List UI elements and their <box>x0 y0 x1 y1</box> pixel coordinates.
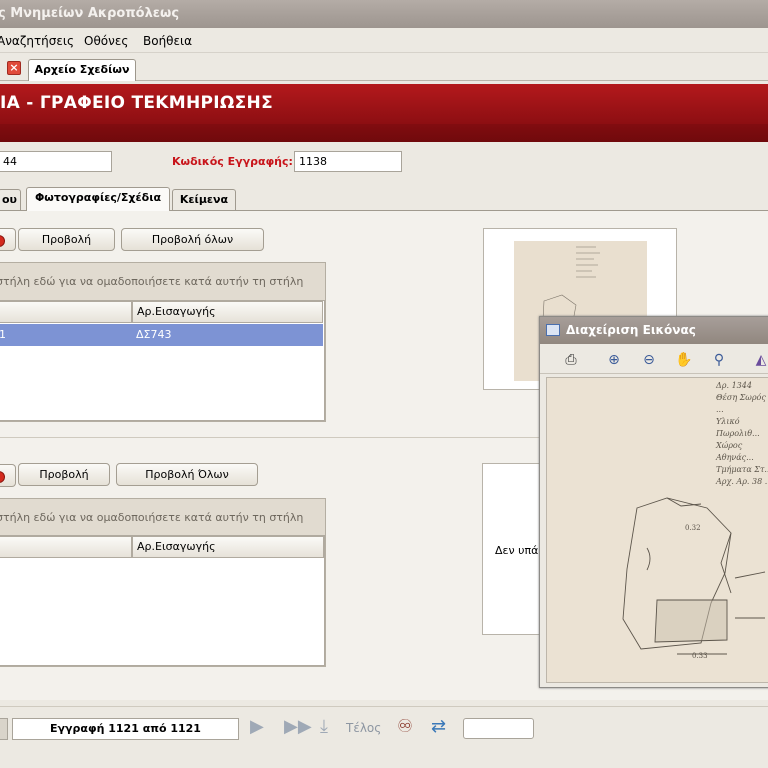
hand-pan-icon[interactable]: ✋ <box>674 351 694 369</box>
sketch-note: Αρχ. Αρ. 38 ... <box>716 477 768 486</box>
magnifier-icon[interactable]: ⚲ <box>709 351 729 369</box>
no-image-text: Δεν υπάρ <box>495 544 546 557</box>
red-circle-icon <box>0 235 5 247</box>
svg-text:0.32: 0.32 <box>685 524 701 532</box>
more-icon[interactable]: ◭ <box>751 351 768 369</box>
sketch-notes: Δρ. 1344 Θέση Σωρός ... Υλικό Πωρολιθ...… <box>716 380 768 488</box>
banner-shade <box>0 124 768 142</box>
image-management-window: Διαχείριση Εικόνας ⎙ ⊕ ⊖ ✋ ⚲ ◭ Δρ. 1344 … <box>539 316 768 688</box>
menu-bar: Αναζητήσεις Οθόνες Βοήθεια <box>0 28 768 53</box>
photos-col-header-left[interactable] <box>0 301 132 323</box>
image-viewer[interactable]: Δρ. 1344 Θέση Σωρός ... Υλικό Πωρολιθ...… <box>546 377 768 683</box>
record-position-display: Εγγραφή 1121 από 1121 <box>12 718 239 740</box>
record-code-field[interactable]: 1138 <box>294 151 402 172</box>
window-title: ς Μνημείων Ακροπόλεως <box>0 6 180 21</box>
sketch-note: Υλικό Πωρολιθ... <box>716 417 760 438</box>
image-window-titlebar[interactable]: Διαχείριση Εικόνας <box>540 317 768 344</box>
sketch-note: Χώρος Αθηνάς... <box>716 441 754 462</box>
sketch-note: Δρ. 1344 <box>716 381 752 390</box>
last-record-icon[interactable]: ⤓ <box>320 716 328 737</box>
window-titlebar: ς Μνημείων Ακροπόλεως <box>0 0 768 28</box>
close-icon[interactable]: × <box>7 61 21 75</box>
photos-view-all-button[interactable]: Προβολή όλων <box>121 228 264 251</box>
menu-item-searches[interactable]: Αναζητήσεις <box>0 34 74 48</box>
printer-icon[interactable]: ⎙ <box>561 351 581 369</box>
photos-selected-row[interactable]: 1 ΔΣ743 <box>0 324 323 346</box>
svg-text:0.33: 0.33 <box>692 652 708 660</box>
drawings-delete-button[interactable] <box>0 464 16 487</box>
photos-group-hint: στήλη εδώ για να ομαδοποιήσετε κατά αυτή… <box>0 275 304 288</box>
record-code-label: Κωδικός Εγγραφής: <box>172 155 293 168</box>
sketch-note: Θέση Σωρός ... <box>716 393 766 414</box>
row-cell-accession: ΔΣ743 <box>136 328 172 341</box>
drawings-view-all-button[interactable]: Προβολή Όλων <box>116 463 258 486</box>
photos-view-button[interactable]: Προβολή <box>18 228 115 251</box>
zoom-out-icon[interactable]: ⊖ <box>639 351 659 369</box>
record-number-field[interactable]: 44 <box>0 151 112 172</box>
zoom-in-icon[interactable]: ⊕ <box>604 351 624 369</box>
image-window-title: Διαχείριση Εικόνας <box>566 323 696 337</box>
red-circle-icon <box>0 471 5 483</box>
drawings-group-hint: στήλη εδώ για να ομαδοποιήσετε κατά αυτή… <box>0 511 304 524</box>
tab-general[interactable]: ου <box>0 189 21 210</box>
document-tab-drawings-archive[interactable]: Αρχείο Σχεδίων <box>28 59 136 81</box>
binoculars-icon[interactable]: ♾ <box>397 716 413 737</box>
sketch-note: Τμήματα Στ... <box>716 465 768 474</box>
header-banner: ΙΑ - ΓΡΑΦΕΙΟ ΤΕΚΜΗΡΙΩΣΗΣ <box>0 84 768 142</box>
search-box[interactable] <box>463 718 534 739</box>
nav-prev-button[interactable] <box>0 718 8 740</box>
tab-texts[interactable]: Κείμενα <box>172 189 236 210</box>
drawings-col-header-left[interactable] <box>0 536 132 558</box>
menu-item-help[interactable]: Βοήθεια <box>143 34 192 48</box>
photos-col-header-accession[interactable]: Αρ.Εισαγωγής <box>132 301 323 323</box>
tab-photos-drawings[interactable]: Φωτογραφίες/Σχέδια <box>26 187 170 211</box>
banner-title: ΙΑ - ΓΡΑΦΕΙΟ ΤΕΚΜΗΡΙΩΣΗΣ <box>0 93 273 113</box>
window-icon <box>546 324 560 336</box>
photos-delete-button[interactable] <box>0 228 16 251</box>
menu-item-screens[interactable]: Οθόνες <box>84 34 128 48</box>
fast-forward-icon[interactable]: ▶▶ <box>284 716 312 737</box>
drawings-view-button[interactable]: Προβολή <box>18 463 110 486</box>
drawings-col-header-accession[interactable]: Αρ.Εισαγωγής <box>132 536 324 558</box>
row-cell-left: 1 <box>0 328 6 341</box>
play-next-icon[interactable]: ▶ <box>250 716 264 737</box>
end-label[interactable]: Τέλος <box>346 721 381 735</box>
refresh-icon[interactable]: ⇄ <box>431 716 446 737</box>
